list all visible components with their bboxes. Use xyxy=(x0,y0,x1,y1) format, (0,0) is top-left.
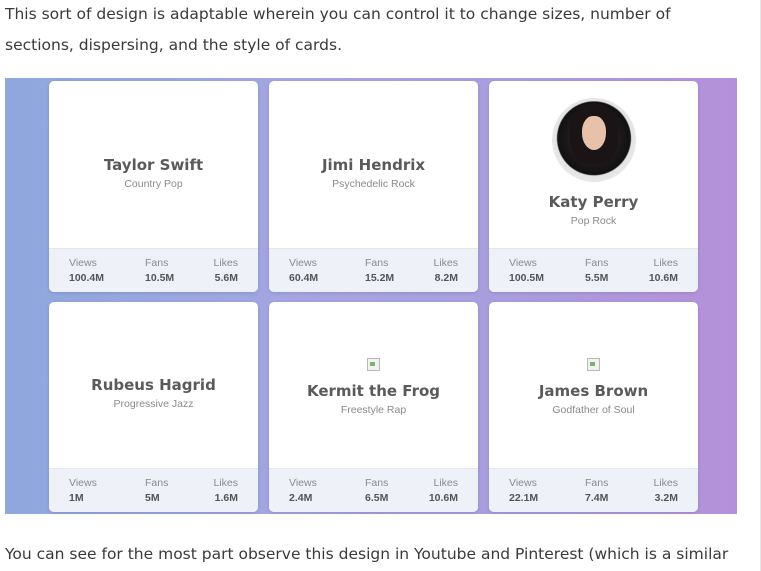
stat-value: 6.5M xyxy=(365,492,389,504)
stat-fans: Fans 15.2M xyxy=(365,257,394,284)
artist-genre: Freestyle Rap xyxy=(340,404,407,416)
intro-paragraph: This sort of design is adaptable wherein… xyxy=(5,5,671,54)
artist-card[interactable]: Katy Perry Pop Rock Views 100.5M Fans 5.5M… xyxy=(489,81,698,292)
artist-card[interactable]: James Brown Godfather of Soul Views 22.1M… xyxy=(489,302,698,512)
artist-genre: Pop Rock xyxy=(570,215,617,227)
stat-fans: Fans 6.5M xyxy=(365,477,388,504)
stats-bar: Views 2.4M Fans 6.5M Likes 10.6M xyxy=(269,468,478,512)
stat-views: Views 100.4M xyxy=(69,257,104,284)
stat-fans: Fans 5.5M xyxy=(585,257,608,284)
stat-value: 100.4M xyxy=(69,272,105,284)
stat-likes: Likes 5.6M xyxy=(213,257,238,284)
stat-label: Fans xyxy=(585,477,609,489)
artist-card[interactable]: Jimi Hendrix Psychedelic Rock Views 60.4M… xyxy=(269,81,478,292)
stats-bar: Views 60.4M Fans 15.2M Likes 8.2M xyxy=(269,248,478,292)
stat-label: Views xyxy=(289,477,317,489)
avatar xyxy=(551,98,636,182)
stat-value: 1M xyxy=(69,492,84,504)
stat-label: Views xyxy=(289,257,317,269)
stat-views: Views 1M xyxy=(69,477,97,504)
card-grid-demo: Taylor Swift Country Pop Views 100.4M Fan… xyxy=(5,78,737,514)
stats-bar: Views 100.4M Fans 10.5M Likes 5.6M xyxy=(49,248,258,292)
stat-value: 1.6M xyxy=(214,492,238,504)
stat-likes: Likes 10.6M xyxy=(649,257,678,284)
stats-bar: Views 100.5M Fans 5.5M Likes 10.6M xyxy=(489,248,698,292)
stat-value: 3.2M xyxy=(654,492,678,504)
stat-value: 10.6M xyxy=(648,272,678,284)
stat-likes: Likes 10.6M xyxy=(429,477,458,504)
stat-label: Likes xyxy=(653,477,678,489)
stat-label: Fans xyxy=(145,477,169,489)
stat-value: 15.2M xyxy=(365,272,395,284)
stat-views: Views 2.4M xyxy=(289,477,317,504)
artist-name: Jimi Hendrix xyxy=(321,156,426,174)
stat-label: Views xyxy=(69,477,97,489)
artist-card[interactable]: Kermit the Frog Freestyle Rap Views 2.4M … xyxy=(269,302,478,512)
stat-value: 5.6M xyxy=(214,272,238,284)
stat-fans: Fans 10.5M xyxy=(145,257,174,284)
stat-value: 100.5M xyxy=(509,272,545,284)
stat-fans: Fans 5M xyxy=(145,477,168,504)
stat-fans: Fans 7.4M xyxy=(585,477,608,504)
artist-name: Rubeus Hagrid xyxy=(91,376,216,394)
artist-name: Katy Perry xyxy=(548,193,639,211)
stat-label: Fans xyxy=(145,257,169,269)
artist-card[interactable]: Rubeus Hagrid Progressive Jazz Views 1M F… xyxy=(49,302,258,512)
stats-bar: Views 1M Fans 5M Likes 1.6M xyxy=(49,468,258,512)
stat-value: 2.4M xyxy=(289,492,313,504)
stat-likes: Likes 3.2M xyxy=(653,477,678,504)
artist-genre: Progressive Jazz xyxy=(113,398,194,410)
stat-value: 10.5M xyxy=(145,272,175,284)
stat-label: Likes xyxy=(653,257,678,269)
stat-value: 7.4M xyxy=(585,492,609,504)
stat-label: Likes xyxy=(213,257,238,269)
artist-name: James Brown xyxy=(538,382,649,400)
broken-image-icon xyxy=(367,358,380,371)
stat-label: Fans xyxy=(365,477,389,489)
artist-genre: Godfather of Soul xyxy=(552,404,635,416)
stat-label: Fans xyxy=(365,257,389,269)
stat-value: 8.2M xyxy=(434,272,458,284)
artist-card[interactable]: Taylor Swift Country Pop Views 100.4M Fan… xyxy=(49,81,258,292)
artist-name: Kermit the Frog xyxy=(306,382,441,400)
stats-bar: Views 22.1M Fans 7.4M Likes 3.2M xyxy=(489,468,698,512)
stat-value: 10.6M xyxy=(428,492,458,504)
artist-name: Taylor Swift xyxy=(103,156,204,174)
stat-label: Likes xyxy=(433,477,458,489)
stat-likes: Likes 1.6M xyxy=(213,477,238,504)
stat-views: Views 60.4M xyxy=(289,257,318,284)
artist-genre: Psychedelic Rock xyxy=(332,178,415,190)
stat-value: 5.5M xyxy=(585,272,609,284)
stat-views: Views 22.1M xyxy=(509,477,538,504)
broken-image-icon xyxy=(587,358,600,371)
stat-views: Views 100.5M xyxy=(509,257,544,284)
stat-value: 5M xyxy=(145,492,160,504)
stat-label: Likes xyxy=(213,477,238,489)
stat-label: Views xyxy=(69,257,97,269)
stat-label: Likes xyxy=(433,257,458,269)
artist-genre: Country Pop xyxy=(124,178,183,190)
stat-label: Views xyxy=(509,257,537,269)
stat-label: Fans xyxy=(585,257,609,269)
stat-value: 22.1M xyxy=(509,492,539,504)
stat-value: 60.4M xyxy=(289,272,319,284)
outro-paragraph: You can see for the most part observe th… xyxy=(5,545,729,563)
stat-likes: Likes 8.2M xyxy=(433,257,458,284)
stat-label: Views xyxy=(509,477,537,489)
